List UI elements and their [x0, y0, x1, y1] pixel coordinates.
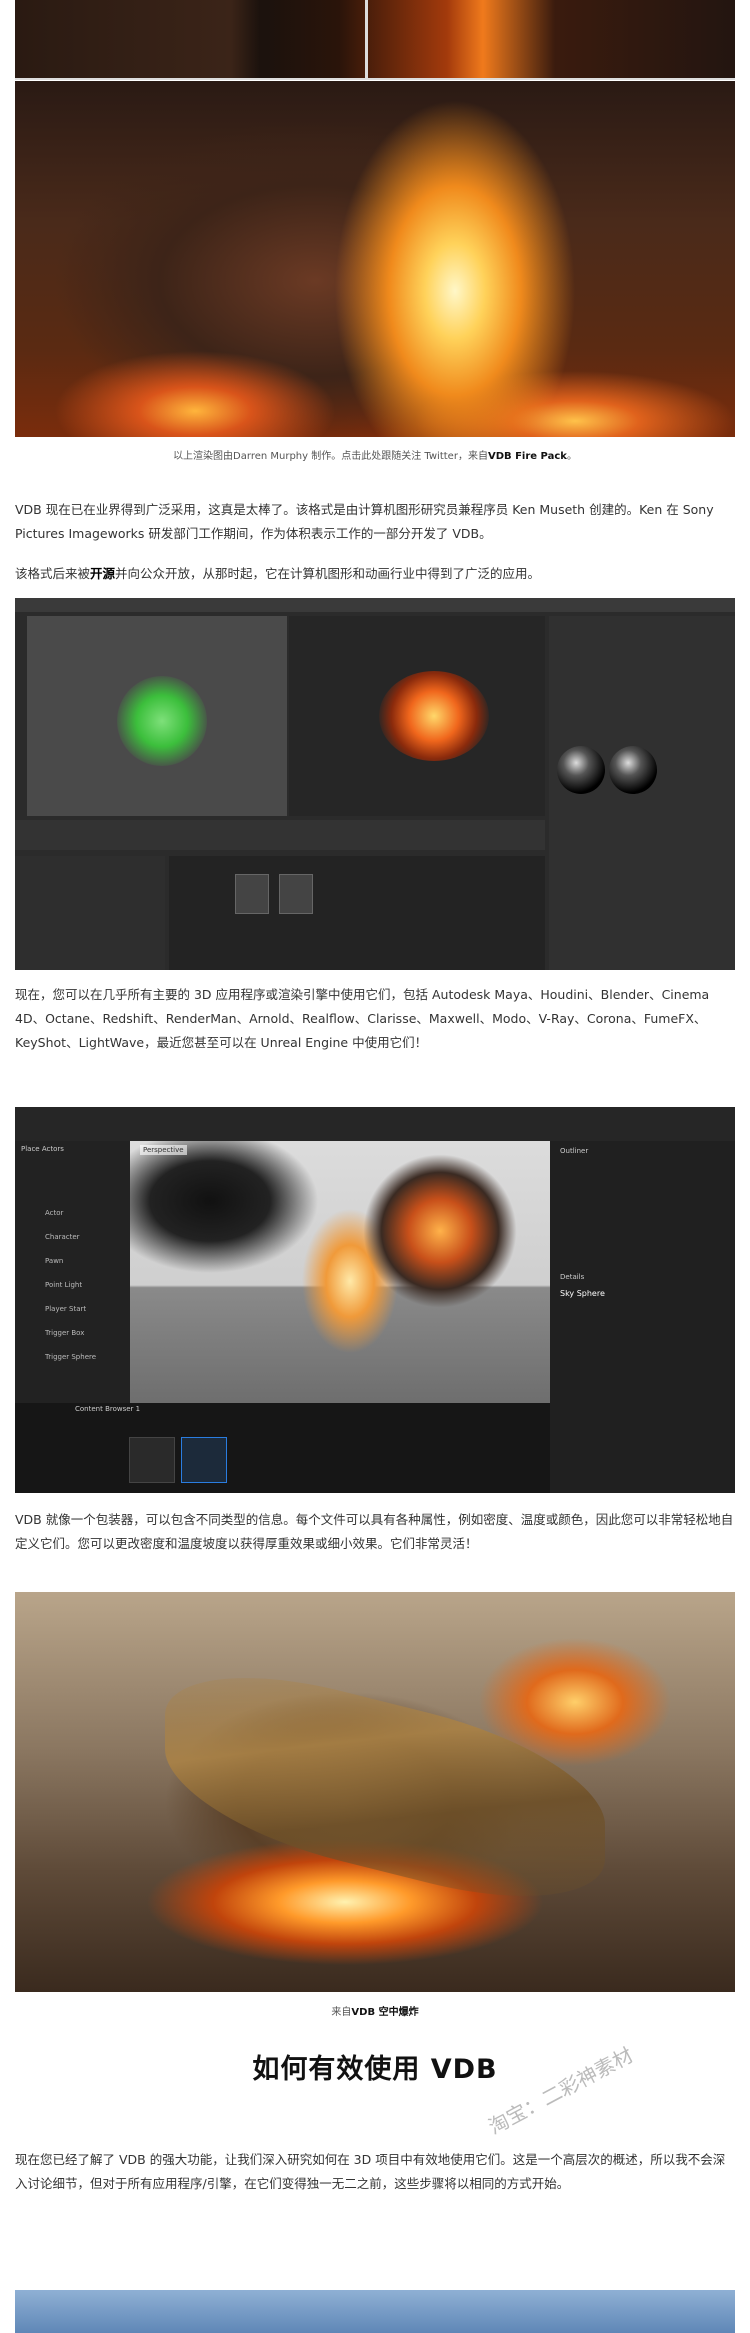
particle-cloud: [117, 676, 207, 766]
material-preview: [557, 746, 605, 794]
image-divider: [365, 0, 368, 80]
caption-text: 来自: [331, 2007, 352, 2018]
paragraph: 现在您已经了解了 VDB 的强大功能，让我们深入研究如何在 3D 项目中有效地使…: [15, 2152, 726, 2191]
actor-item: Player Start: [45, 1305, 87, 1313]
caption-link[interactable]: VDB Fire Pack: [488, 451, 567, 462]
3d-app-screenshot: [15, 598, 735, 970]
sky-image: [15, 2290, 735, 2333]
material-preview: [609, 746, 657, 794]
paragraph-emphasis: 开源: [90, 566, 116, 581]
actor-item: Pawn: [45, 1257, 64, 1265]
viewport-mode: Perspective: [140, 1145, 187, 1155]
plane-silhouette: [165, 1647, 605, 1927]
burning-truck-image: [15, 81, 735, 437]
plane-explosion-image: [15, 1592, 735, 1992]
selected-actor: Sky Sphere: [560, 1289, 605, 1298]
material-panel: [549, 616, 735, 970]
actor-item: Point Light: [45, 1281, 83, 1289]
paragraph-text: 并向公众开放，从那时起，它在计算机图形和动画行业中得到了广泛的应用。: [115, 566, 541, 581]
panel-title: Place Actors: [21, 1145, 64, 1153]
shader-node: [279, 874, 313, 914]
place-actors-panel: Place Actors Actor Character Pawn Point …: [15, 1141, 130, 1403]
level-viewport: Perspective: [130, 1141, 550, 1403]
fire-image-top: [15, 0, 735, 80]
actor-item: Trigger Sphere: [45, 1353, 97, 1361]
unreal-engine-screenshot: Place Actors Actor Character Pawn Point …: [15, 1107, 735, 1493]
asset-thumbnail: [129, 1437, 175, 1483]
shader-node: [235, 874, 269, 914]
image-divider: [15, 78, 735, 80]
panel-title: Outliner: [560, 1147, 589, 1155]
explosion-render: [379, 671, 489, 761]
outliner-details-panel: Outliner Details Sky Sphere: [550, 1141, 735, 1493]
panel-title: Content Browser 1: [75, 1405, 141, 1413]
image-caption: 来自VDB 空中爆炸: [0, 2003, 750, 2018]
actor-item: Actor: [45, 1209, 64, 1217]
editor-toolbar: [15, 1107, 735, 1141]
paragraph-text: 该格式后来被: [15, 566, 91, 581]
actor-list: Actor Character Pawn Point Light Player …: [45, 1201, 96, 1369]
caption-text: 以上渲染图由Darren Murphy 制作。点击此处跟随关注 Twitter，…: [173, 451, 488, 462]
content-browser: Content Browser 1: [15, 1403, 550, 1493]
actor-item: Trigger Box: [45, 1329, 85, 1337]
render-viewport: [289, 616, 545, 816]
asset-thumbnail-selected: [181, 1437, 227, 1483]
particle-viewport: [27, 616, 287, 816]
paragraph: VDB 现在已在业界得到广泛采用，这真是太棒了。该格式是由计算机图形研究员兼程序…: [15, 502, 714, 541]
scene-tree-panel: [15, 856, 165, 970]
caption-text: 。: [566, 451, 577, 462]
paragraph: 现在，您可以在几乎所有主要的 3D 应用程序或渲染引擎中使用它们，包括 Auto…: [15, 987, 710, 1050]
image-caption: 以上渲染图由Darren Murphy 制作。点击此处跟随关注 Twitter，…: [0, 447, 750, 462]
panel-title: Details: [560, 1273, 585, 1281]
caption-link[interactable]: VDB 空中爆炸: [351, 2007, 418, 2018]
actor-item: Character: [45, 1233, 80, 1241]
menu-bar: [15, 598, 735, 612]
timeline-panel: [15, 820, 545, 850]
section-heading: 如何有效使用 VDB: [252, 2054, 498, 2085]
paragraph: 该格式后来被开源并向公众开放，从那时起，它在计算机图形和动画行业中得到了广泛的应…: [15, 562, 735, 586]
paragraph: VDB 就像一个包装器，可以包含不同类型的信息。每个文件可以具有各种属性，例如密…: [15, 1512, 734, 1551]
node-editor: [169, 856, 545, 970]
